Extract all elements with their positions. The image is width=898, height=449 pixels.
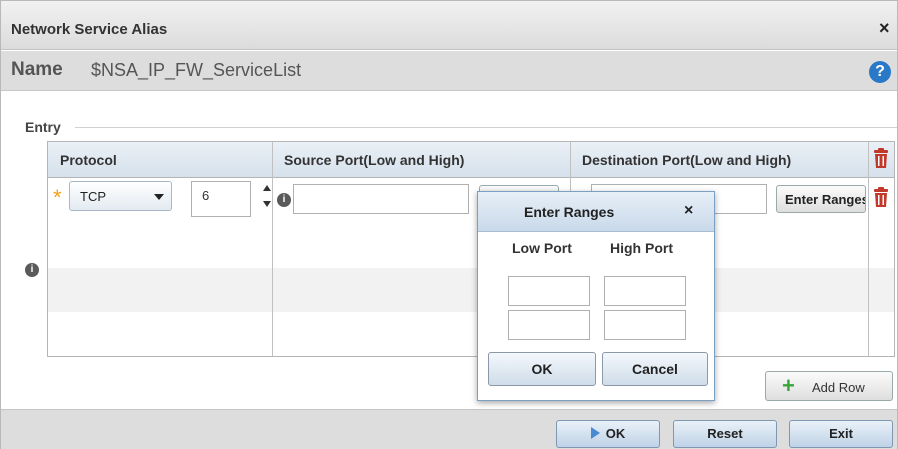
protocol-number-stepper[interactable]	[263, 185, 273, 215]
column-divider	[868, 142, 869, 356]
required-star-icon: *	[53, 185, 62, 210]
protocol-number-input[interactable]: 6	[191, 181, 251, 217]
dialog-titlebar: Network Service Alias ×	[1, 1, 897, 50]
popup-close-icon[interactable]: ×	[684, 202, 693, 220]
protocol-select-value: TCP	[80, 189, 106, 204]
popup-titlebar: Enter Ranges ×	[478, 192, 714, 232]
delete-all-trash-icon[interactable]	[873, 148, 889, 168]
source-port-input[interactable]	[293, 184, 469, 214]
ok-button-label: OK	[605, 426, 626, 441]
chevron-down-icon	[154, 194, 164, 200]
popup-ok-button[interactable]: OK	[488, 352, 596, 386]
high-port-input[interactable]	[604, 310, 686, 340]
stepper-up-icon[interactable]	[263, 185, 271, 191]
reset-button[interactable]: Reset	[673, 420, 777, 448]
dialog-footer: OK Reset Exit	[1, 409, 897, 449]
entry-info-icon: i	[25, 263, 39, 277]
add-row-label: Add Row	[812, 380, 865, 395]
column-divider	[272, 142, 273, 356]
enter-ranges-popup: Enter Ranges × Low Port High Port OK Can…	[477, 191, 715, 401]
high-port-label: High Port	[610, 240, 673, 256]
plus-icon: +	[782, 373, 795, 398]
delete-row-trash-icon[interactable]	[873, 187, 889, 207]
dialog-title: Network Service Alias	[11, 21, 168, 38]
name-label: Name	[11, 59, 63, 80]
help-icon[interactable]: ?	[869, 61, 891, 83]
high-port-input[interactable]	[604, 276, 686, 306]
low-port-label: Low Port	[512, 240, 572, 256]
low-port-input[interactable]	[508, 310, 590, 340]
column-header-source-port: Source Port(Low and High)	[284, 152, 465, 168]
add-row-button[interactable]: + Add Row	[765, 371, 893, 401]
popup-cancel-button[interactable]: Cancel	[602, 352, 708, 386]
grid-header: Protocol Source Port(Low and High) Desti…	[48, 142, 894, 178]
popup-title: Enter Ranges	[524, 204, 615, 220]
destination-enter-ranges-button[interactable]: Enter Ranges	[776, 185, 866, 213]
grid-empty-row	[48, 268, 894, 312]
close-icon[interactable]: ×	[879, 18, 890, 39]
play-arrow-icon	[590, 427, 600, 439]
alias-name-value: $NSA_IP_FW_ServiceList	[91, 60, 302, 80]
exit-button[interactable]: Exit	[789, 420, 893, 448]
entry-grid: Protocol Source Port(Low and High) Desti…	[47, 141, 895, 357]
network-service-alias-dialog: Network Service Alias × Name $NSA_IP_FW_…	[0, 0, 898, 449]
entry-legend: Entry	[25, 119, 67, 135]
column-header-destination-port: Destination Port(Low and High)	[582, 152, 792, 168]
protocol-select[interactable]: TCP	[69, 181, 172, 211]
ok-button[interactable]: OK	[556, 420, 660, 448]
column-header-protocol: Protocol	[60, 152, 117, 168]
name-bar: Name $NSA_IP_FW_ServiceList ?	[1, 51, 897, 91]
source-port-info-icon: i	[277, 193, 291, 207]
entry-divider	[75, 127, 897, 128]
low-port-input[interactable]	[508, 276, 590, 306]
stepper-down-icon[interactable]	[263, 201, 271, 207]
